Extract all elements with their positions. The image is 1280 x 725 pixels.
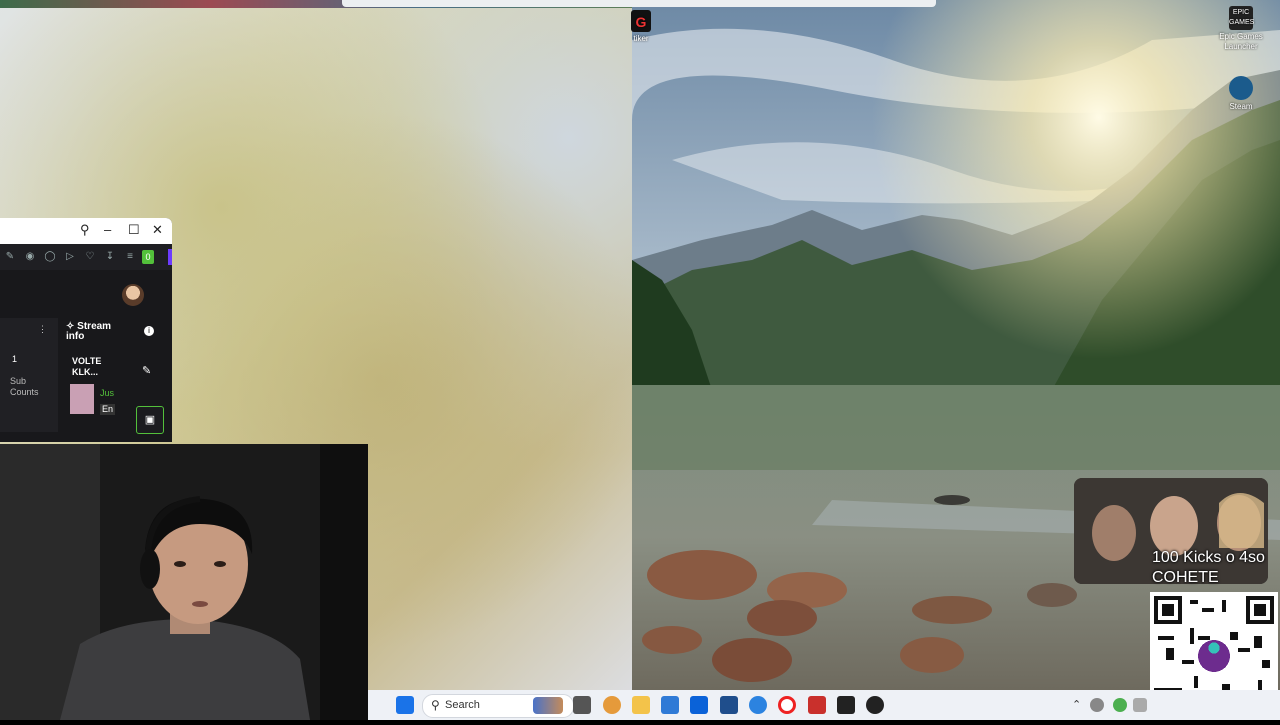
app-toolbar: ✎ ◉ ◯ ▷ ♡ ↧ ≡ 0 (0, 244, 172, 270)
minimize-icon[interactable]: – (104, 222, 111, 237)
desktop-icon-label: Steam (1229, 102, 1253, 111)
epic-games-icon: EPIC GAMES (1229, 6, 1254, 30)
file-explorer-icon[interactable] (632, 696, 650, 714)
edge-icon[interactable] (749, 696, 767, 714)
obs-icon[interactable] (866, 696, 884, 714)
task-view-icon[interactable] (573, 696, 591, 714)
chevron-up-icon[interactable]: ⌃ (1072, 698, 1081, 711)
capcut-icon[interactable] (837, 696, 855, 714)
pencil-icon[interactable]: ✎ (142, 364, 151, 377)
stream-thumbnail (70, 384, 94, 414)
avatar[interactable] (122, 284, 144, 306)
webcam-feed (0, 444, 368, 720)
stream-title: VOLTE KLK... (72, 356, 102, 377)
search-icon[interactable]: ⚲ (80, 222, 90, 238)
download-icon[interactable]: ↧ (102, 249, 118, 265)
store-icon[interactable] (661, 696, 679, 714)
app-titlebar: ⚲ – ☐ ✕ (0, 218, 172, 244)
sub-count-value: 1 (12, 354, 18, 364)
maximize-icon[interactable]: ☐ (128, 222, 140, 238)
language-tag: En (100, 404, 116, 415)
tray-icon[interactable] (1133, 698, 1147, 712)
shield-icon[interactable]: ◯ (42, 249, 58, 265)
opera-icon[interactable] (778, 696, 796, 714)
notification-bar (342, 0, 936, 7)
stream-info-title: ✧ Stream info (66, 321, 112, 342)
play-icon[interactable]: ▷ (62, 249, 78, 265)
app-red-icon[interactable] (808, 696, 826, 714)
heart-icon[interactable]: ♡ (82, 249, 98, 265)
taskbar-search[interactable]: ⚲ Search (422, 694, 574, 718)
close-icon[interactable]: ✕ (152, 222, 163, 238)
sub-counts-panel: ⋮ 1 Sub Counts (0, 318, 58, 432)
info-icon[interactable]: i (144, 326, 154, 336)
desktop-icon-steam[interactable]: Steam (1216, 76, 1266, 112)
windows-start-icon[interactable] (396, 696, 414, 714)
camera-icon[interactable]: ◉ (22, 249, 38, 265)
search-placeholder: Search (445, 699, 480, 711)
side-actions: i ✎ ▣ (134, 318, 172, 442)
desktop-icon-label: Epic Games Launcher (1219, 32, 1263, 51)
accent-bar (168, 249, 172, 265)
edit-icon[interactable]: ✎ (2, 249, 18, 265)
kebab-menu-icon[interactable]: ⋮ (38, 324, 47, 335)
stream-info-card: ✧ Stream info VOLTE KLK... Jus En (62, 318, 126, 442)
sub-count-label: Sub Counts (10, 376, 39, 397)
count-badge: 0 (142, 250, 154, 264)
focus-button[interactable]: ▣ (136, 406, 164, 434)
search-highlight-icon (533, 697, 563, 714)
taskbar: ⚲ Search ⌃ (368, 690, 1280, 720)
vscode-icon[interactable] (720, 696, 738, 714)
steam-icon (1229, 76, 1253, 100)
overlay-goal-text: 100 Kicks o 4so COHETE (1152, 549, 1265, 586)
search-icon: ⚲ (431, 698, 440, 712)
tray-green-icon[interactable] (1113, 698, 1127, 712)
desktop-icon-label: tiker (633, 34, 649, 43)
tray-app-icon[interactable] (1090, 698, 1104, 712)
stream-app-window: ⚲ – ☐ ✕ ✎ ◉ ◯ ▷ ♡ ↧ ≡ 0 ⋮ 1 Sub Counts ✧… (0, 218, 172, 442)
desktop-icon-epic-games[interactable]: EPIC GAMES Epic Games Launcher (1216, 6, 1266, 52)
dropbox-icon[interactable] (690, 696, 708, 714)
list-icon[interactable]: ≡ (122, 249, 138, 265)
copilot-icon[interactable] (603, 696, 621, 714)
g-app-icon: G (631, 10, 651, 32)
category-tag: Jus (100, 388, 115, 398)
desktop-icon-tiker[interactable]: G tiker (616, 10, 666, 44)
